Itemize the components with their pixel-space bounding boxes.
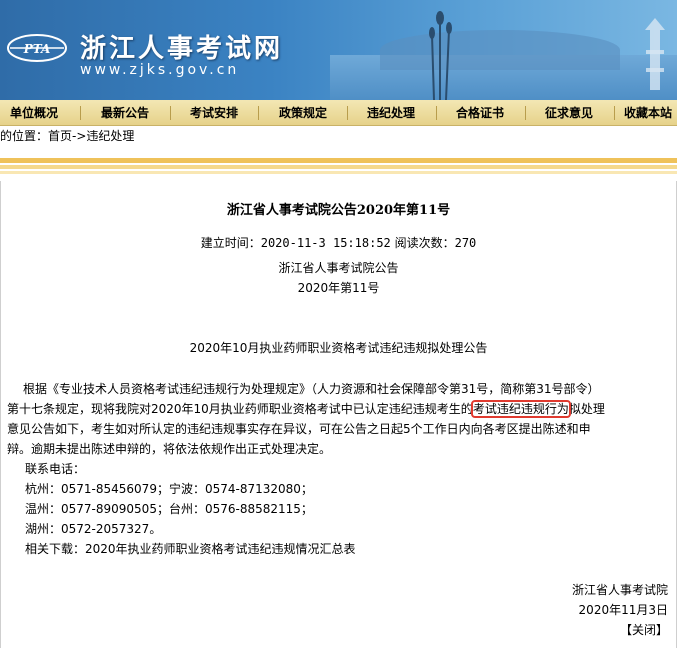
site-url: www.zjks.gov.cn [80,62,240,78]
article-title: 浙江省人事考试院公告2020年第11号 [226,203,451,218]
paragraph-line: 根据《专业技术人员资格考试违纪违规行为处理规定》（人力资源和社会保障部令第31号… [23,382,600,396]
breadcrumb-separator: -> [72,129,87,143]
nav-item-exam-schedule[interactable]: 考试安排 [190,100,238,126]
signature: 浙江省人事考试院 [571,583,668,597]
main-nav: 单位概况 最新公告 考试安排 政策规定 违纪处理 合格证书 征求意见 收藏本站 [0,100,677,126]
divider-stripe [0,158,677,163]
contact-line: 杭州：0571-85456079；宁波：0574-87132080； [25,482,313,496]
reeds-decoration [429,11,452,100]
download-link[interactable]: 2020年执业药师职业资格考试违纪违规情况汇总表 [85,542,356,556]
views-label: 阅读次数： [394,236,455,250]
site-title: 浙江人事考试网 [80,34,284,64]
breadcrumb-prefix: 的位置： [0,129,49,143]
close-button[interactable]: 【关闭】 [620,621,668,638]
article-body: 根据《专业技术人员资格考试违纪违规行为处理规定》（人力资源和社会保障部令第31号… [7,379,669,459]
nav-item-certificate[interactable]: 合格证书 [456,100,504,126]
divider-stripe [0,165,677,169]
download-row: 相关下载：2020年执业药师职业资格考试违纪违规情况汇总表 [25,539,356,559]
article-org: 浙江省人事考试院公告 [278,261,399,275]
notice-title: 2020年10月执业药师职业资格考试违纪违规拟处理公告 [189,341,488,355]
breadcrumb-home-link[interactable]: 首页 [48,129,72,143]
nav-item-latest-notice[interactable]: 最新公告 [101,100,149,126]
nav-item-violation[interactable]: 违纪处理 [367,100,415,126]
nav-item-policy[interactable]: 政策规定 [279,100,327,126]
paragraph-line: 第十七条规定，现将我院对2020年10月执业药师职业资格考试中已认定违纪违规考生… [7,399,669,419]
nav-item-feedback[interactable]: 征求意见 [545,100,593,126]
svg-text:PTA: PTA [23,42,51,56]
nav-item-about[interactable]: 单位概况 [10,100,58,126]
breadcrumb-current[interactable]: 违纪处理 [86,129,134,143]
highlighted-phrase: 考试违纪违规行为 [470,400,571,418]
views-value: 270 [454,236,477,250]
breadcrumb: 的位置：首页->违纪处理 [0,127,134,145]
divider-stripe [0,171,677,174]
pagoda-decoration [645,18,665,90]
nav-divider [170,106,171,120]
nav-divider [347,106,348,120]
nav-divider [525,106,526,120]
nav-divider [80,106,81,120]
nav-divider [436,106,437,120]
contact-label: 联系电话： [25,462,86,476]
nav-divider [258,106,259,120]
nav-divider [614,106,615,120]
created-label: 建立时间： [200,236,261,250]
download-label: 相关下载： [25,542,86,556]
site-banner: PTA 浙江人事考试网 www.zjks.gov.cn [0,0,677,100]
nav-item-bookmark[interactable]: 收藏本站 [624,100,672,126]
pta-logo-icon[interactable]: PTA [6,33,68,63]
article-meta: 建立时间：2020-11-3 15:18:52 阅读次数：270 [0,234,677,251]
contact-line: 湖州：0572-2057327。 [25,522,162,536]
paragraph-line: 意见公告如下，考生如对所认定的违纪违规事实存在异议，可在公告之日起5个工作日内向… [7,422,591,436]
signature-date: 2020年11月3日 [578,603,668,617]
paragraph-text: 拟处理 [568,402,605,416]
article-number: 2020年第11号 [297,281,380,295]
contact-line: 温州：0577-89090505；台州：0576-88582115； [25,502,313,516]
mountain-decoration [380,30,620,70]
paragraph-line: 辩。逾期未提出陈述申辩的，将依法依规作出正式处理决定。 [7,442,332,456]
paragraph-text: 第十七条规定，现将我院对2020年10月执业药师职业资格考试中已认定违纪违规考生… [7,402,473,416]
created-value: 2020-11-3 15:18:52 [260,236,391,250]
